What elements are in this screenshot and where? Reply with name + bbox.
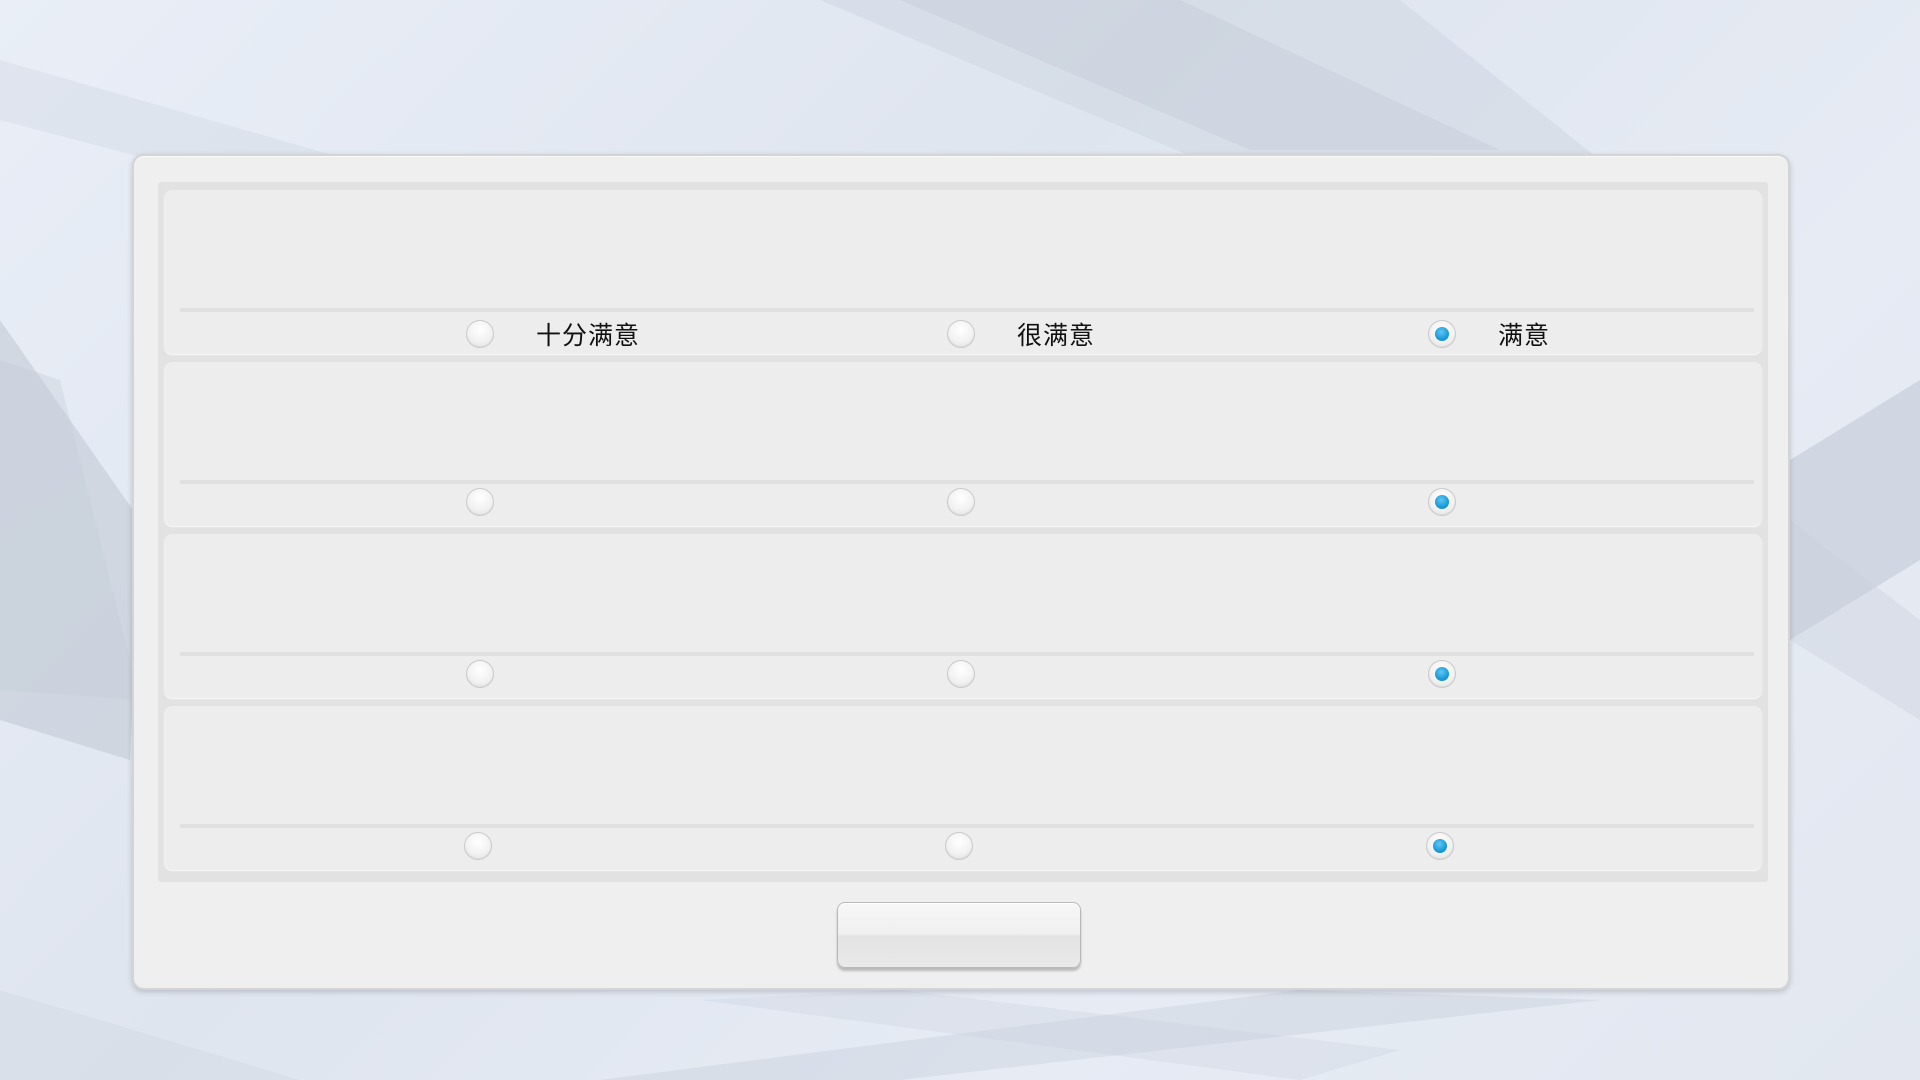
- questions-container: 十分满意 很满意 满意: [158, 182, 1768, 882]
- radio-button[interactable]: [466, 320, 494, 348]
- question-divider: [180, 480, 1754, 484]
- question-divider: [180, 824, 1754, 828]
- question-divider: [180, 308, 1754, 312]
- survey-panel: 十分满意 很满意 满意: [132, 154, 1790, 990]
- option-satisfied[interactable]: [1426, 832, 1454, 860]
- radio-button[interactable]: [464, 832, 492, 860]
- option-quite-satisfied[interactable]: [947, 488, 975, 516]
- radio-button[interactable]: [1428, 488, 1456, 516]
- option-quite-satisfied[interactable]: 很满意: [947, 316, 1095, 352]
- option-satisfied[interactable]: 满意: [1428, 316, 1550, 352]
- option-label: 十分满意: [536, 321, 641, 350]
- option-quite-satisfied[interactable]: [945, 832, 973, 860]
- radio-button[interactable]: [1428, 660, 1456, 688]
- option-very-satisfied[interactable]: [466, 488, 494, 516]
- question-block-3: [164, 534, 1762, 698]
- option-very-satisfied[interactable]: [466, 660, 494, 688]
- radio-button[interactable]: [466, 660, 494, 688]
- question-block-1: 十分满意 很满意 满意: [164, 190, 1762, 354]
- radio-button[interactable]: [947, 320, 975, 348]
- radio-button[interactable]: [1426, 832, 1454, 860]
- option-label: 满意: [1498, 321, 1551, 350]
- radio-button[interactable]: [947, 488, 975, 516]
- option-very-satisfied[interactable]: [464, 832, 492, 860]
- radio-button[interactable]: [466, 488, 494, 516]
- question-block-4: [164, 706, 1762, 870]
- option-very-satisfied[interactable]: 十分满意: [466, 316, 640, 352]
- question-block-2: [164, 362, 1762, 526]
- option-satisfied[interactable]: [1428, 488, 1456, 516]
- radio-button[interactable]: [947, 660, 975, 688]
- question-divider: [180, 652, 1754, 656]
- submit-button[interactable]: [837, 902, 1081, 968]
- radio-button[interactable]: [1428, 320, 1456, 348]
- option-label: 很满意: [1017, 321, 1096, 350]
- option-quite-satisfied[interactable]: [947, 660, 975, 688]
- option-satisfied[interactable]: [1428, 660, 1456, 688]
- radio-button[interactable]: [945, 832, 973, 860]
